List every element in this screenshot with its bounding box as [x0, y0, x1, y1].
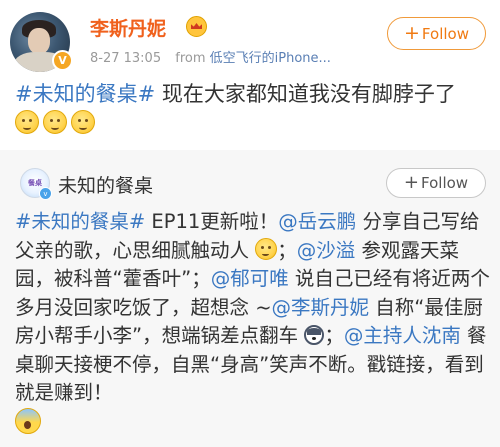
post-timestamp: 8-27 13:05 [90, 51, 162, 66]
verified-badge-icon: V [52, 50, 73, 71]
post-text-body: 现在大家都知道我没有脚脖子了 [155, 82, 456, 106]
repost-hashtag[interactable]: #未知的餐桌# [15, 210, 145, 233]
plus-icon: + [404, 22, 420, 44]
mention-link[interactable]: @沙溢 [297, 239, 356, 262]
mention-link[interactable]: @李斯丹妮 [272, 296, 370, 319]
repost-follow-button[interactable]: + Follow [386, 168, 486, 198]
husky-dog-icon [304, 325, 325, 345]
post-hashtag[interactable]: #未知的餐桌# [15, 82, 155, 106]
repost-username[interactable]: 未知的餐桌 [58, 171, 153, 198]
mention-link[interactable]: @主持人沈南 [344, 324, 461, 347]
repost-text-segment: EP11更新啦！ [145, 210, 279, 233]
repost-text-segment: ； [277, 238, 297, 262]
avatar-face [28, 28, 50, 54]
repost-verified-icon: v [39, 187, 52, 200]
repost-follow-label: Follow [421, 174, 469, 192]
post-source-prefix: from [175, 51, 206, 66]
post-source-device[interactable]: 低空飞行的iPhone... [210, 51, 331, 66]
pleading-face-icon [255, 237, 278, 260]
smiley-icon [71, 110, 95, 134]
plus-icon: + [403, 172, 420, 193]
post-meta: 8-27 13:05 from 低空飞行的iPhone... [90, 47, 331, 66]
crown-badge-icon [186, 16, 207, 37]
follow-button-label: Follow [421, 24, 469, 43]
follow-button[interactable]: + Follow [387, 17, 486, 50]
repost-text-segment: ； [324, 324, 344, 347]
mention-link[interactable]: @郁可唯 [211, 267, 289, 290]
smiley-icon [43, 110, 67, 134]
post-text: #未知的餐桌# 现在大家都知道我没有脚脖子了 [15, 80, 490, 138]
screaming-face-icon [15, 407, 41, 434]
mention-link[interactable]: @岳云鹏 [278, 210, 356, 233]
post-username[interactable]: 李斯丹妮 [90, 14, 166, 41]
smiley-icon [15, 110, 39, 134]
repost-text: #未知的餐桌# EP11更新啦！@岳云鹏 分享自己写给父亲的歌，心思细腻触动人 … [15, 208, 490, 437]
repost-avatar-logo-icon: 餐桌 [28, 179, 42, 187]
